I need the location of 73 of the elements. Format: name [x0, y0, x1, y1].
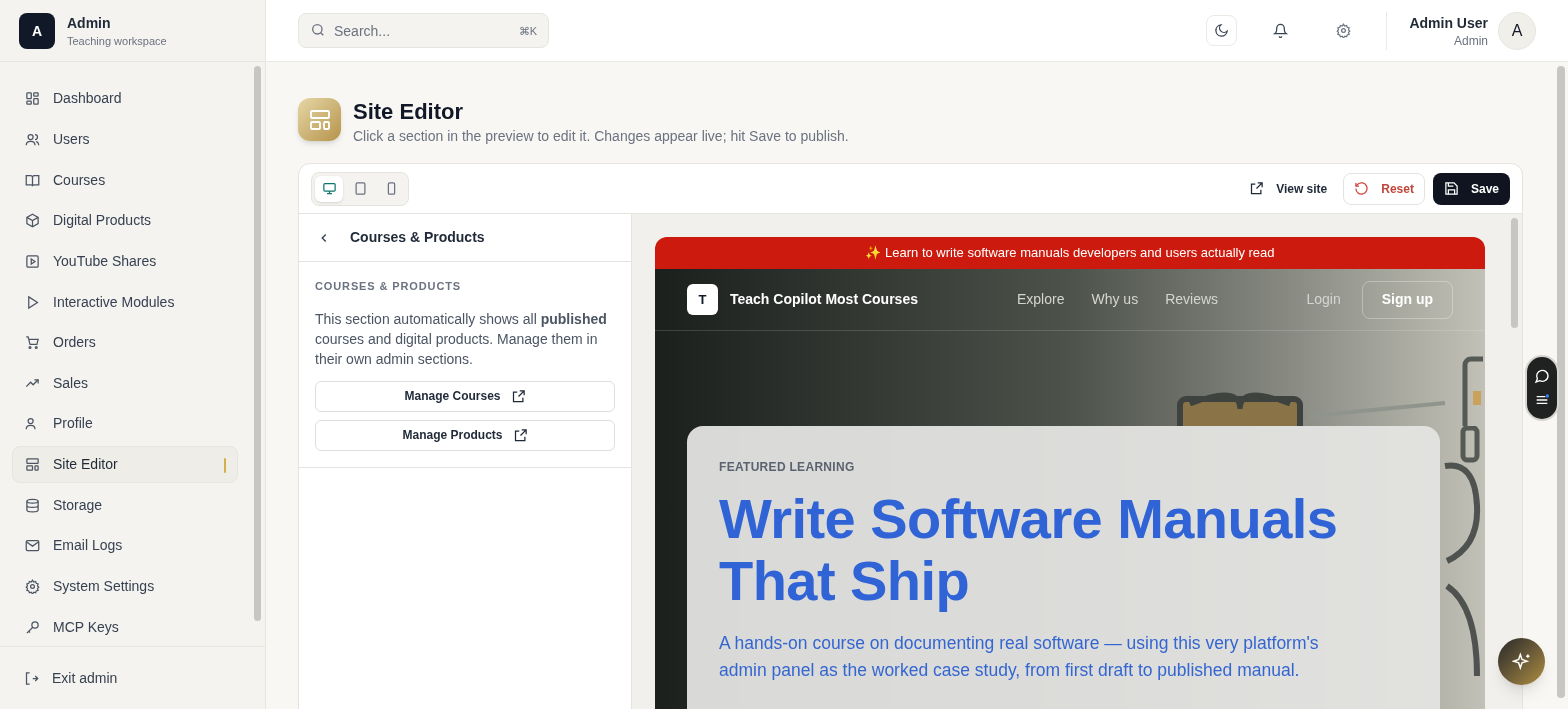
external-link-icon [512, 427, 528, 443]
sidebar-item[interactable]: System Settings [12, 567, 238, 606]
theme-toggle-button[interactable] [1206, 15, 1238, 46]
sidebar-item[interactable]: Orders [12, 323, 238, 362]
user-role: Admin [1454, 32, 1488, 49]
sidebar-item[interactable]: YouTube Shares [12, 242, 238, 281]
section-description: This section automatically shows all published courses and digital products. Manage them in their own admin sections. [315, 309, 608, 369]
site-name[interactable]: Teach Copilot Most Courses [730, 289, 918, 310]
sidebar-item[interactable]: Email Logs [12, 527, 238, 565]
save-icon [1443, 181, 1459, 196]
brand-subtitle: Teaching workspace [67, 33, 167, 49]
video-icon [25, 253, 40, 269]
sidebar-item[interactable]: Site Editor [12, 445, 238, 484]
book-icon [25, 172, 40, 188]
sidebar-item[interactable]: Digital Products [12, 201, 238, 240]
sidebar-item[interactable]: Users [12, 120, 238, 159]
settings-icon [1336, 23, 1352, 38]
cart-icon [25, 335, 40, 351]
announcement-banner[interactable]: ✨ Learn to write software manuals developers and users actually read [655, 237, 1485, 269]
sidebar-item[interactable]: Dashboard [12, 80, 238, 118]
play-icon [25, 294, 40, 310]
page-subtitle: Click a section in the preview to edit it. Changes appear live; hit Save to publish. [353, 127, 849, 146]
brand-logo: A [19, 12, 55, 49]
section-heading: COURSES & PRODUCTS [315, 279, 463, 294]
search-icon [310, 22, 326, 38]
active-indicator [224, 457, 226, 473]
site-logo[interactable]: T [687, 284, 718, 315]
tablet-icon [352, 181, 368, 196]
page-title: Site Editor [353, 98, 464, 126]
manage-link-button[interactable]: Manage Products [315, 419, 615, 451]
bell-icon [1273, 23, 1289, 38]
key-icon [25, 619, 40, 635]
brand-name: Admin [67, 13, 112, 33]
sidebar-scrollbar[interactable] [254, 66, 261, 621]
chat-bubble-icon[interactable] [1534, 368, 1550, 384]
external-link-icon [510, 388, 526, 404]
desktop-icon [321, 181, 337, 196]
preview-scrollbar[interactable] [1511, 218, 1518, 328]
dashboard-icon [25, 91, 40, 107]
layout-icon [307, 107, 332, 132]
sidebar-item[interactable]: MCP Keys [12, 608, 238, 646]
box-icon [25, 213, 40, 229]
exit-icon [24, 670, 39, 686]
reset-icon [1354, 181, 1370, 196]
layout-icon [25, 457, 40, 473]
site-nav-link[interactable]: Explore [1017, 289, 1065, 310]
user-name: Admin User [1409, 13, 1488, 33]
shortcut-hint: ⌘K [518, 24, 537, 39]
manage-link-button[interactable]: Manage Courses [315, 380, 615, 412]
user-avatar[interactable]: A [1498, 11, 1536, 50]
sidebar-item[interactable]: Courses [12, 161, 238, 199]
site-nav-link[interactable]: Why us [1091, 289, 1139, 310]
moon-icon [1214, 23, 1230, 38]
settings-icon [25, 579, 40, 594]
exit-admin-link[interactable]: Exit admin [12, 659, 253, 697]
sidebar-item[interactable]: Storage [12, 486, 238, 525]
save-button[interactable]: Save [1432, 172, 1510, 205]
panel-title: Courses & Products [350, 228, 485, 247]
sidebar-item[interactable]: Sales [12, 364, 238, 403]
page-scrollbar[interactable] [1557, 66, 1565, 698]
reset-button[interactable]: Reset [1343, 172, 1425, 205]
external-link-icon [1249, 181, 1265, 196]
hero-eyebrow: FEATURED LEARNING [719, 459, 856, 476]
view-site-button[interactable]: View site [1241, 172, 1336, 205]
users-icon [25, 131, 40, 147]
desktop-view-button[interactable] [315, 175, 343, 202]
sidebar-item[interactable]: Profile [12, 405, 238, 443]
mail-icon [25, 538, 40, 554]
hero-description: A hands-on course on documenting real software — using this very platform's admin panel as the worked case study, from first draft to published manual. [719, 632, 1320, 682]
database-icon [25, 497, 40, 513]
hero-title: Write Software Manuals That Ship [719, 488, 1339, 612]
sparkle-icon [1511, 651, 1532, 672]
sidebar-item[interactable]: Interactive Modules [12, 283, 238, 321]
